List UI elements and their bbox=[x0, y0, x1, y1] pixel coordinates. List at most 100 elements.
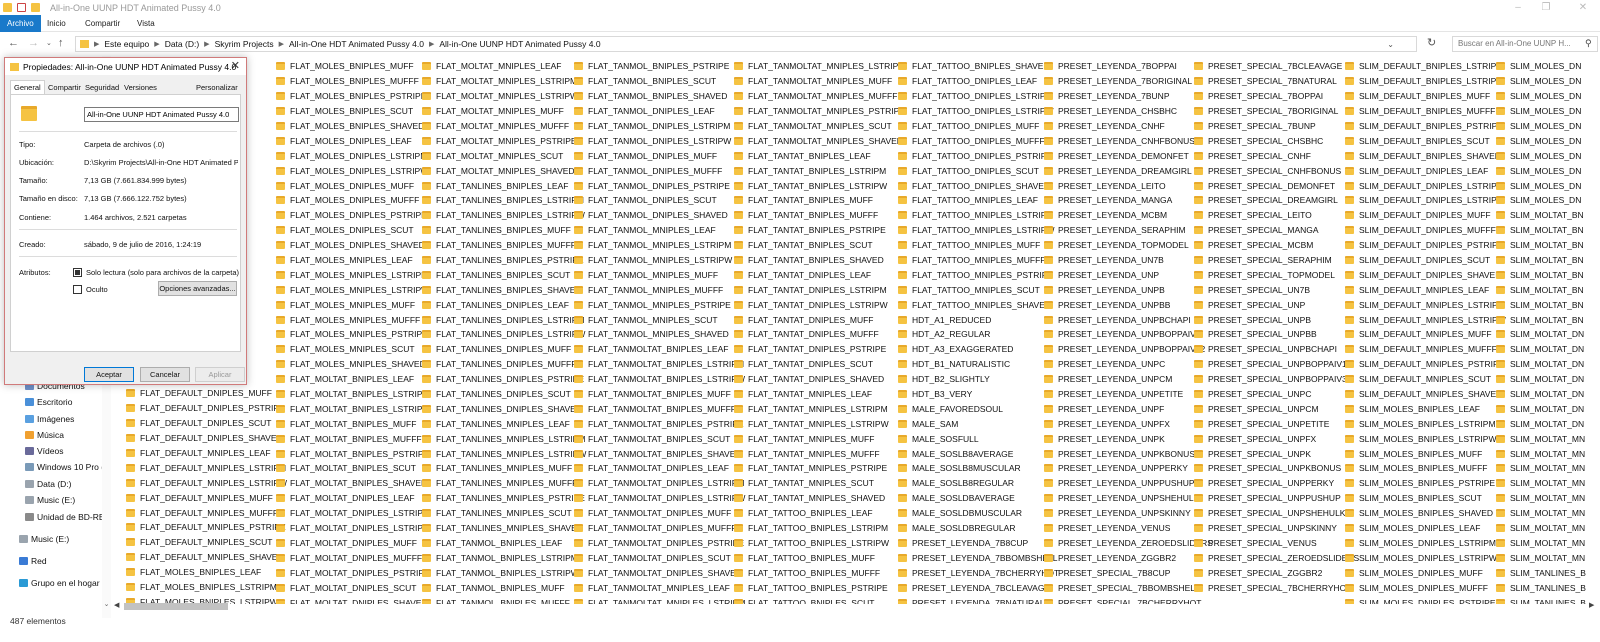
folder-item[interactable]: PRESET_LEYENDA_7BCHERRYHOT bbox=[898, 565, 1059, 580]
folder-item[interactable]: PRESET_SPECIAL_UNPBOPPAIV32 bbox=[1194, 372, 1359, 387]
maximize-icon[interactable]: ❐ bbox=[1535, 0, 1557, 15]
folder-item[interactable]: PRESET_LEYENDA_UNPSKINNY bbox=[1044, 506, 1213, 521]
folder-item[interactable]: PRESET_SPECIAL_ZGGBR2 bbox=[1194, 565, 1359, 580]
folder-item[interactable]: PRESET_SPECIAL_UNPBOPPAIV1 bbox=[1194, 357, 1359, 372]
folder-item[interactable]: FLAT_MOLES_BNIPLES_LSTRIPM bbox=[126, 580, 287, 595]
folder-item[interactable]: FLAT_DEFAULT_MNIPLES_LSTRIPW bbox=[126, 475, 287, 490]
folder-item[interactable]: FLAT_TANTAT_BNIPLES_PSTRIPE bbox=[734, 223, 906, 238]
folder-item[interactable]: HDT_A3_EXAGGERATED bbox=[898, 342, 1059, 357]
folder-item[interactable]: FLAT_TANTAT_BNIPLES_SHAVED bbox=[734, 253, 906, 268]
folder-item[interactable]: FLAT_TANMOL_DNIPLES_LSTRIPM bbox=[574, 119, 745, 134]
folder-item[interactable]: SLIM_MOLTAT_BN bbox=[1496, 223, 1586, 238]
folder-item[interactable]: FLAT_TANMOL_BNIPLES_MUFF bbox=[422, 580, 586, 595]
folder-item[interactable]: FLAT_TANTAT_DNIPLES_LSTRIPM bbox=[734, 282, 906, 297]
folder-item[interactable]: FLAT_MOLTAT_DNIPLES_MUFFF bbox=[276, 550, 431, 565]
folder-item[interactable]: PRESET_SPECIAL_ZEROEDSLIDERS bbox=[1194, 550, 1359, 565]
folder-item[interactable]: FLAT_MOLES_DNIPLES_LSTRIPM bbox=[276, 148, 431, 163]
folder-item[interactable]: FLAT_MOLES_MNIPLES_LSTRIPM bbox=[276, 267, 431, 282]
folder-item[interactable]: PRESET_SPECIAL_UNPSKINNY bbox=[1194, 521, 1359, 536]
folder-item[interactable]: PRESET_LEYENDA_7BORIGINAL bbox=[1044, 74, 1213, 89]
folder-item[interactable]: FLAT_TANTAT_MNIPLES_LSTRIPW bbox=[734, 416, 906, 431]
folder-item[interactable]: FLAT_TATTOO_BNIPLES_SHAVED bbox=[898, 59, 1059, 74]
folder-item[interactable]: FLAT_TANLINES_MNIPLES_MUFFF bbox=[422, 476, 586, 491]
folder-item[interactable]: PRESET_SPECIAL_UNPC bbox=[1194, 387, 1359, 402]
folder-item[interactable]: SLIM_MOLTAT_MN bbox=[1496, 491, 1586, 506]
folder-item[interactable]: FLAT_MOLTAT_MNIPLES_LSTRIPW bbox=[422, 89, 586, 104]
folder-item[interactable]: SLIM_MOLES_DNIPLES_LSTRIPW bbox=[1345, 550, 1506, 565]
folder-item[interactable]: SLIM_DEFAULT_BNIPLES_LSTRIPW bbox=[1345, 74, 1506, 89]
folder-item[interactable]: PRESET_SPECIAL_7BORIGINAL bbox=[1194, 104, 1359, 119]
folder-item[interactable]: SLIM_MOLES_DN bbox=[1496, 178, 1586, 193]
folder-item[interactable]: FLAT_TANMOLTAT_BNIPLES_LSTRIPM bbox=[574, 357, 745, 372]
folder-item[interactable]: PRESET_SPECIAL_UNPSHEHULK bbox=[1194, 506, 1359, 521]
folder-item[interactable]: FLAT_TANLINES_MNIPLES_LSTRIPW bbox=[422, 446, 586, 461]
folder-item[interactable]: MALE_SOSLB8REGULAR bbox=[898, 476, 1059, 491]
folder-item[interactable]: MALE_SOSFULL bbox=[898, 431, 1059, 446]
folder-item[interactable]: SLIM_DEFAULT_DNIPLES_MUFF bbox=[1345, 208, 1506, 223]
folder-item[interactable]: FLAT_TANLINES_DNIPLES_SHAVED bbox=[422, 401, 586, 416]
folder-item[interactable]: PRESET_SPECIAL_UNPKBONUS bbox=[1194, 461, 1359, 476]
folder-item[interactable]: FLAT_MOLES_DNIPLES_SCUT bbox=[276, 223, 431, 238]
folder-item[interactable]: SLIM_MOLES_DNIPLES_MUFFF bbox=[1345, 580, 1506, 595]
folder-item[interactable]: SLIM_DEFAULT_DNIPLES_LSTRIPM bbox=[1345, 178, 1506, 193]
folder-item[interactable]: FLAT_TATTOO_BNIPLES_LEAF bbox=[734, 506, 906, 521]
folder-item[interactable]: SLIM_DEFAULT_MNIPLES_MUFF bbox=[1345, 327, 1506, 342]
breadcrumb-parent-folder[interactable]: All-in-One HDT Animated Pussy 4.0 bbox=[289, 39, 424, 49]
folder-item[interactable]: SLIM_DEFAULT_MNIPLES_MUFFF bbox=[1345, 342, 1506, 357]
nav-item-bd-re[interactable]: Unidad de BD-RE bbox=[25, 512, 105, 522]
folder-item[interactable]: SLIM_DEFAULT_MNIPLES_SHAVED bbox=[1345, 387, 1506, 402]
folder-item[interactable]: FLAT_MOLTAT_MNIPLES_MUFF bbox=[422, 104, 586, 119]
scrollbar-thumb[interactable] bbox=[124, 603, 228, 610]
folder-item[interactable]: SLIM_MOLTAT_BN bbox=[1496, 208, 1586, 223]
folder-item[interactable]: SLIM_DEFAULT_BNIPLES_PSTRIPE bbox=[1345, 119, 1506, 134]
folder-item[interactable]: SLIM_MOLES_BNIPLES_SHAVED bbox=[1345, 506, 1506, 521]
folder-item[interactable]: FLAT_TANMOL_MNIPLES_MUFF bbox=[574, 267, 745, 282]
breadcrumb-skyrim-projects[interactable]: Skyrim Projects bbox=[215, 39, 274, 49]
folder-item[interactable]: PRESET_LEYENDA_CNHF bbox=[1044, 119, 1213, 134]
folder-item[interactable]: FLAT_TANLINES_DNIPLES_LSTRIPM bbox=[422, 312, 586, 327]
folder-item[interactable]: FLAT_TANMOL_BNIPLES_SHAVED bbox=[574, 89, 745, 104]
tab-compartir[interactable]: Compartir bbox=[44, 80, 85, 94]
folder-item[interactable]: PRESET_LEYENDA_UNPBCHAPI bbox=[1044, 312, 1213, 327]
folder-item[interactable]: SLIM_MOLTAT_MN bbox=[1496, 461, 1586, 476]
folder-item[interactable]: MALE_SOSLB8MUSCULAR bbox=[898, 461, 1059, 476]
folder-item[interactable]: FLAT_TANLINES_DNIPLES_SCUT bbox=[422, 387, 586, 402]
folder-item[interactable]: FLAT_TANLINES_BNIPLES_MUFFF bbox=[422, 238, 586, 253]
folder-item[interactable]: SLIM_DEFAULT_MNIPLES_LEAF bbox=[1345, 282, 1506, 297]
folder-item[interactable]: FLAT_TANTAT_BNIPLES_LSTRIPW bbox=[734, 178, 906, 193]
folder-item[interactable]: HDT_A1_REDUCED bbox=[898, 312, 1059, 327]
folder-item[interactable]: PRESET_LEYENDA_UN7B bbox=[1044, 253, 1213, 268]
folder-item[interactable]: PRESET_LEYENDA_UNPFX bbox=[1044, 416, 1213, 431]
folder-item[interactable]: HDT_B3_VERY bbox=[898, 387, 1059, 402]
folder-item[interactable]: FLAT_TANLINES_MNIPLES_PSTRIPE bbox=[422, 491, 586, 506]
folder-item[interactable]: SLIM_MOLTAT_BN bbox=[1496, 297, 1586, 312]
folder-item[interactable]: FLAT_TANMOL_DNIPLES_SHAVED bbox=[574, 208, 745, 223]
folder-item[interactable]: PRESET_LEYENDA_UNPF bbox=[1044, 401, 1213, 416]
folder-item[interactable]: FLAT_TANTAT_BNIPLES_SCUT bbox=[734, 238, 906, 253]
folder-item[interactable]: PRESET_SPECIAL_UN7B bbox=[1194, 282, 1359, 297]
folder-item[interactable]: SLIM_TANLINES_B bbox=[1496, 565, 1586, 580]
folder-item[interactable]: MALE_SOSLDBAVERAGE bbox=[898, 491, 1059, 506]
folder-item[interactable]: FLAT_TATTOO_MNIPLES_LEAF bbox=[898, 193, 1059, 208]
folder-item[interactable]: PRESET_SPECIAL_7BCLEAVAGE bbox=[1194, 59, 1359, 74]
folder-item[interactable]: FLAT_DEFAULT_DNIPLES_SHAVED bbox=[126, 431, 287, 446]
folder-item[interactable]: FLAT_MOLES_DNIPLES_LSTRIPW bbox=[276, 163, 431, 178]
folder-item[interactable]: PRESET_LEYENDA_UNPKBONUS bbox=[1044, 446, 1213, 461]
folder-item[interactable]: FLAT_MOLES_MNIPLES_LSTRIPW bbox=[276, 282, 431, 297]
folder-item[interactable]: FLAT_MOLES_MNIPLES_MUFFF bbox=[276, 312, 431, 327]
folder-item[interactable]: FLAT_TANMOLTAT_MNIPLES_SCUT bbox=[734, 119, 906, 134]
apply-button[interactable]: Aplicar bbox=[195, 367, 245, 382]
folder-item[interactable]: SLIM_MOLTAT_DN bbox=[1496, 401, 1586, 416]
folder-item[interactable]: SLIM_MOLTAT_DN bbox=[1496, 327, 1586, 342]
folder-item[interactable]: FLAT_TANLINES_BNIPLES_LSTRIPM bbox=[422, 193, 586, 208]
folder-item[interactable]: SLIM_DEFAULT_MNIPLES_PSTRIPE bbox=[1345, 357, 1506, 372]
folder-item[interactable]: FLAT_TANMOL_MNIPLES_LSTRIPW bbox=[574, 253, 745, 268]
folder-item[interactable]: SLIM_MOLES_BNIPLES_MUFFF bbox=[1345, 461, 1506, 476]
nav-item-imagenes[interactable]: Imágenes bbox=[25, 414, 74, 424]
folder-item[interactable]: SLIM_MOLES_BNIPLES_LSTRIPM bbox=[1345, 416, 1506, 431]
folder-item[interactable]: FLAT_TATTOO_BNIPLES_PSTRIPE bbox=[734, 580, 906, 595]
folder-item[interactable]: FLAT_TANMOL_MNIPLES_PSTRIPE bbox=[574, 297, 745, 312]
folder-item[interactable]: PRESET_SPECIAL_UNPPUSHUP bbox=[1194, 491, 1359, 506]
folder-item[interactable]: FLAT_TANTAT_BNIPLES_LSTRIPM bbox=[734, 163, 906, 178]
folder-item[interactable]: PRESET_LEYENDA_UNPETITE bbox=[1044, 387, 1213, 402]
